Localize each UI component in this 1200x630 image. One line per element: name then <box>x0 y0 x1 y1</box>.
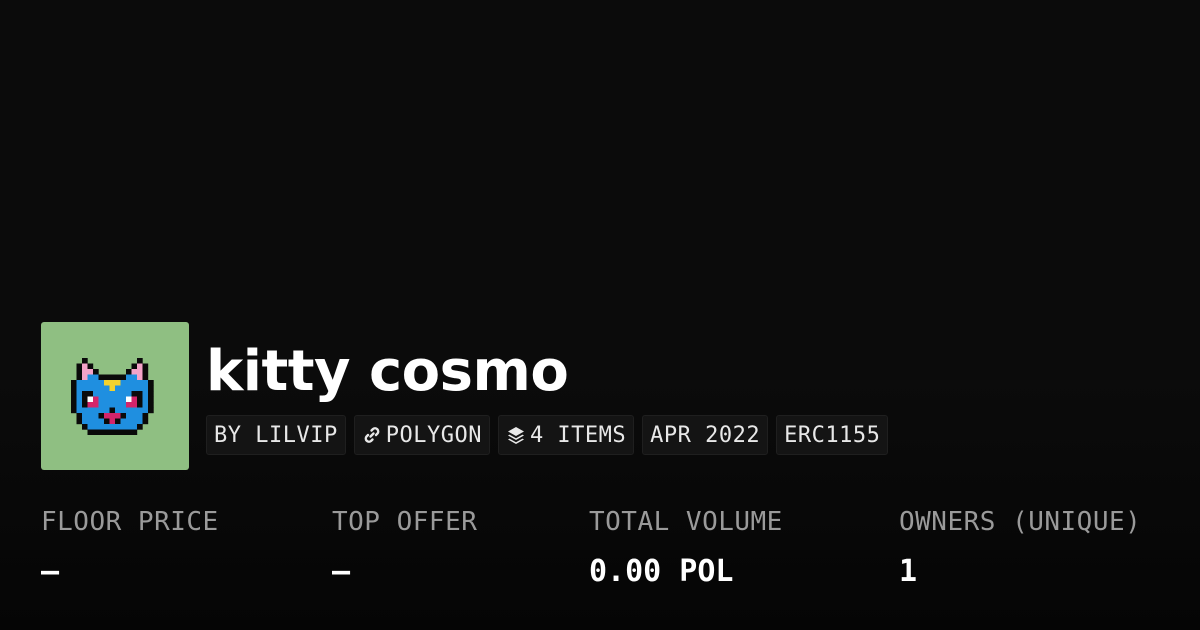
chain-label: POLYGON <box>385 422 482 448</box>
creator-label: BY LILVIP <box>214 422 338 448</box>
items-tag[interactable]: 4 ITEMS <box>497 415 635 455</box>
token-standard-label: ERC1155 <box>784 422 881 448</box>
stat-label: OWNERS (UNIQUE) <box>899 507 1142 537</box>
pixel-cat-icon <box>71 357 159 435</box>
date-tag: APR 2022 <box>642 415 769 455</box>
creator-tag[interactable]: BY LILVIP <box>206 415 346 455</box>
stat-total-volume: TOTAL VOLUME 0.00 POL <box>589 502 783 592</box>
stat-floor-price: FLOOR PRICE – <box>41 502 219 592</box>
stat-label: FLOOR PRICE <box>41 507 219 537</box>
stat-label: TOTAL VOLUME <box>589 507 783 537</box>
items-count-label: 4 ITEMS <box>529 422 627 448</box>
layers-icon <box>506 425 526 445</box>
stat-value: – <box>332 554 351 589</box>
stat-label: TOP OFFER <box>332 507 478 537</box>
collection-tags: BY LILVIP POLYGON 4 ITEMS APR 2022 ERC11… <box>206 415 889 455</box>
chain-tag[interactable]: POLYGON <box>353 415 490 455</box>
collection-title: kitty cosmo <box>206 339 569 404</box>
stat-value: 1 <box>899 554 918 589</box>
stat-owners: OWNERS (UNIQUE) 1 <box>899 502 1141 592</box>
stat-top-offer: TOP OFFER – <box>332 502 477 592</box>
standard-tag: ERC1155 <box>776 415 889 455</box>
polygon-link-icon <box>362 425 382 445</box>
created-date-label: APR 2022 <box>650 422 761 448</box>
stat-value: – <box>41 554 60 589</box>
stat-value: 0.00 POL <box>589 554 734 589</box>
collection-card: kitty cosmo BY LILVIP POLYGON 4 ITEMS AP… <box>0 0 1200 630</box>
collection-thumbnail[interactable] <box>41 322 189 470</box>
